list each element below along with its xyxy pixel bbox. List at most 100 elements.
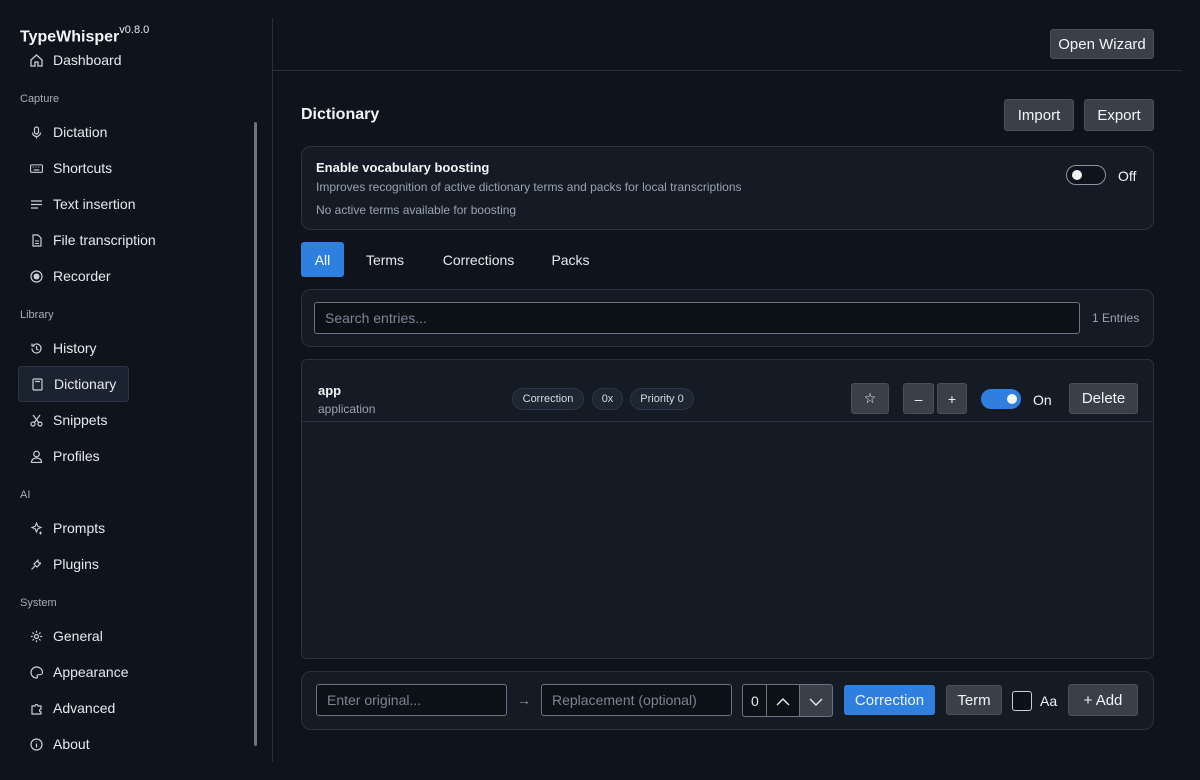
app-name: TypeWhisper	[20, 28, 120, 46]
add-entry-button[interactable]: + Add	[1068, 684, 1138, 716]
sidebar-item-label: Dashboard	[53, 52, 122, 68]
sparkle-icon	[30, 521, 43, 535]
boosting-toggle[interactable]	[1066, 165, 1106, 185]
case-sensitive-checkbox[interactable]	[1012, 691, 1032, 711]
sidebar-item-label: History	[53, 340, 97, 356]
case-sensitive-label: Aa	[1040, 693, 1058, 709]
sidebar-item-advanced[interactable]: Advanced	[18, 690, 129, 726]
sidebar-item-general[interactable]: General	[18, 618, 129, 654]
palette-icon	[30, 665, 43, 679]
export-button[interactable]: Export	[1084, 99, 1154, 131]
nav-section-library: Library	[20, 309, 54, 321]
entry-toggle-label: On	[1033, 392, 1052, 408]
info-icon	[30, 737, 43, 751]
type-badge: Correction	[512, 388, 584, 410]
boosting-description: Improves recognition of active dictionar…	[316, 180, 742, 194]
nav-section-capture: Capture	[20, 93, 60, 105]
sidebar-item-label: About	[53, 736, 90, 752]
arrow-right-icon: →	[517, 692, 531, 708]
tab-corrections[interactable]: Corrections	[430, 242, 527, 277]
nav-section-ai: AI	[20, 489, 31, 501]
sidebar-item-recorder[interactable]: Recorder	[18, 258, 129, 294]
history-icon	[30, 342, 43, 355]
sidebar-divider	[272, 18, 273, 762]
tab-terms[interactable]: Terms	[357, 242, 413, 277]
sidebar-nav: Dashboard Capture Dictation Shortcuts Te…	[0, 52, 250, 772]
sidebar-item-plugins[interactable]: Plugins	[18, 546, 129, 582]
sidebar-item-dashboard[interactable]: Dashboard	[18, 52, 129, 78]
microphone-icon	[30, 125, 43, 139]
sidebar-item-label: Snippets	[53, 412, 108, 428]
sidebar-item-label: Prompts	[53, 520, 106, 536]
sidebar-item-file-transcription[interactable]: File transcription	[18, 222, 168, 258]
list-item: app application Correction 0x Priority 0…	[302, 368, 1153, 422]
replacement-input[interactable]	[541, 684, 732, 716]
boosting-status: No active terms available for boosting	[316, 203, 517, 217]
star-icon: ☆	[863, 390, 877, 406]
toggle-knob	[1007, 394, 1017, 404]
sidebar: TypeWhisperv0.8.0 Dashboard Capture Dict…	[0, 0, 272, 780]
sidebar-item-label: Dictionary	[54, 376, 117, 392]
open-wizard-button[interactable]: Open Wizard	[1050, 29, 1154, 59]
chevron-up-icon	[776, 693, 790, 709]
sidebar-item-label: Appearance	[53, 664, 129, 680]
priority-badge: Priority 0	[630, 388, 694, 410]
increase-priority-button[interactable]: +	[937, 383, 967, 414]
entry-original: app	[318, 383, 342, 398]
record-icon	[30, 269, 43, 283]
tab-all[interactable]: All	[301, 242, 344, 277]
sidebar-item-shortcuts[interactable]: Shortcuts	[18, 150, 129, 186]
sidebar-item-label: General	[53, 628, 103, 644]
keyboard-icon	[30, 162, 43, 175]
sidebar-item-prompts[interactable]: Prompts	[18, 510, 129, 546]
entry-list: app application Correction 0x Priority 0…	[301, 359, 1154, 659]
gear-icon	[30, 630, 43, 643]
boosting-toggle-label: Off	[1118, 168, 1137, 184]
toggle-knob	[1072, 170, 1082, 180]
sidebar-item-label: Recorder	[53, 268, 111, 284]
favorite-button[interactable]: ☆	[851, 383, 889, 414]
sidebar-item-label: Text insertion	[53, 196, 136, 212]
text-lines-icon	[30, 198, 43, 211]
sidebar-item-text-insertion[interactable]: Text insertion	[18, 186, 135, 222]
sidebar-item-appearance[interactable]: Appearance	[18, 654, 129, 690]
sidebar-item-profiles[interactable]: Profiles	[18, 438, 129, 474]
sidebar-item-snippets[interactable]: Snippets	[18, 402, 129, 438]
priority-decrement-button[interactable]	[799, 684, 833, 717]
tab-packs[interactable]: Packs	[543, 242, 598, 277]
sidebar-item-dictation[interactable]: Dictation	[18, 114, 129, 150]
plug-icon	[30, 558, 43, 571]
delete-button[interactable]: Delete	[1069, 383, 1138, 414]
sidebar-item-label: Shortcuts	[53, 160, 113, 176]
search-input[interactable]	[314, 302, 1080, 334]
sidebar-item-dictionary[interactable]: Dictionary	[18, 366, 129, 402]
puzzle-icon	[30, 702, 43, 715]
dashboard-icon	[30, 53, 43, 67]
original-input[interactable]	[316, 684, 507, 716]
type-correction-button[interactable]: Correction	[844, 685, 935, 715]
priority-input[interactable]	[742, 684, 766, 717]
sidebar-item-label: Dictation	[53, 124, 108, 140]
sidebar-item-about[interactable]: About	[18, 726, 129, 762]
app-version: v0.8.0	[119, 24, 150, 36]
sidebar-scrollbar[interactable]	[254, 122, 257, 746]
sidebar-item-history[interactable]: History	[18, 330, 129, 366]
file-icon	[30, 233, 43, 247]
header-divider	[273, 70, 1182, 71]
sidebar-item-label: Plugins	[53, 556, 99, 572]
page-title: Dictionary	[301, 106, 380, 123]
chevron-down-icon	[809, 693, 823, 709]
boosting-title: Enable vocabulary boosting	[316, 160, 490, 175]
decrease-priority-button[interactable]: –	[903, 383, 934, 414]
priority-increment-button[interactable]	[766, 684, 800, 717]
book-icon	[31, 377, 44, 391]
entry-enabled-toggle[interactable]	[981, 389, 1021, 409]
entry-replacement: application	[318, 402, 376, 416]
sidebar-item-label: Profiles	[53, 448, 100, 464]
type-term-button[interactable]: Term	[946, 685, 1002, 715]
person-icon	[30, 450, 43, 463]
sidebar-item-label: File transcription	[53, 232, 156, 248]
app-title: TypeWhisperv0.8.0	[20, 24, 150, 46]
usage-badge: 0x	[592, 388, 623, 410]
import-button[interactable]: Import	[1004, 99, 1074, 131]
